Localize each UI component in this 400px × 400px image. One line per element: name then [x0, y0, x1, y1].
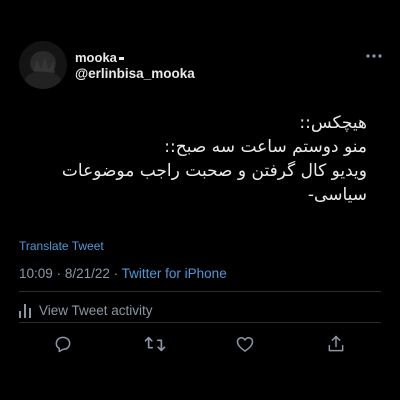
tweet-source-link[interactable]: Twitter for iPhone: [122, 266, 227, 281]
tweet-text-line: سیاسی-: [307, 185, 367, 205]
retweet-icon[interactable]: [144, 333, 166, 355]
display-name[interactable]: mooka: [75, 50, 124, 65]
tweet-detail: mooka @erlinbisa_mooka هیچکس:: منو دوستم…: [0, 0, 400, 400]
view-tweet-activity-button[interactable]: View Tweet activity: [19, 303, 153, 318]
bar-chart-icon: [19, 303, 31, 318]
divider: [19, 291, 381, 292]
translate-tweet-link[interactable]: Translate Tweet: [19, 239, 104, 253]
display-name-text: mooka: [75, 50, 117, 65]
share-icon[interactable]: [325, 333, 347, 355]
tweet-text-line: هیچکس::: [299, 113, 367, 133]
meta-separator: ·: [113, 266, 119, 281]
tweet-text-line: منو دوستم ساعت سه صبح::: [164, 137, 367, 157]
avatar-image: [19, 41, 67, 89]
reply-icon[interactable]: [52, 333, 74, 355]
avatar[interactable]: [19, 41, 67, 89]
tweet-text-line: ویدیو کال گرفتن و صحبت راجب موضوعات: [61, 161, 367, 181]
view-tweet-activity-label: View Tweet activity: [39, 303, 153, 318]
more-dots-icon[interactable]: [364, 50, 384, 62]
divider: [19, 322, 381, 323]
meta-separator: ·: [56, 266, 62, 281]
tweet-time[interactable]: 10:09: [19, 266, 53, 281]
tweet-text: هیچکس:: منو دوستم ساعت سه صبح:: ویدیو کا…: [27, 111, 367, 207]
tweet-date[interactable]: 8/21/22: [65, 266, 110, 281]
tweet-meta: 10:09 · 8/21/22 · Twitter for iPhone: [19, 266, 227, 281]
name-emoji-icon: [118, 57, 124, 61]
username-handle[interactable]: @erlinbisa_mooka: [75, 66, 195, 81]
heart-icon[interactable]: [234, 333, 256, 355]
